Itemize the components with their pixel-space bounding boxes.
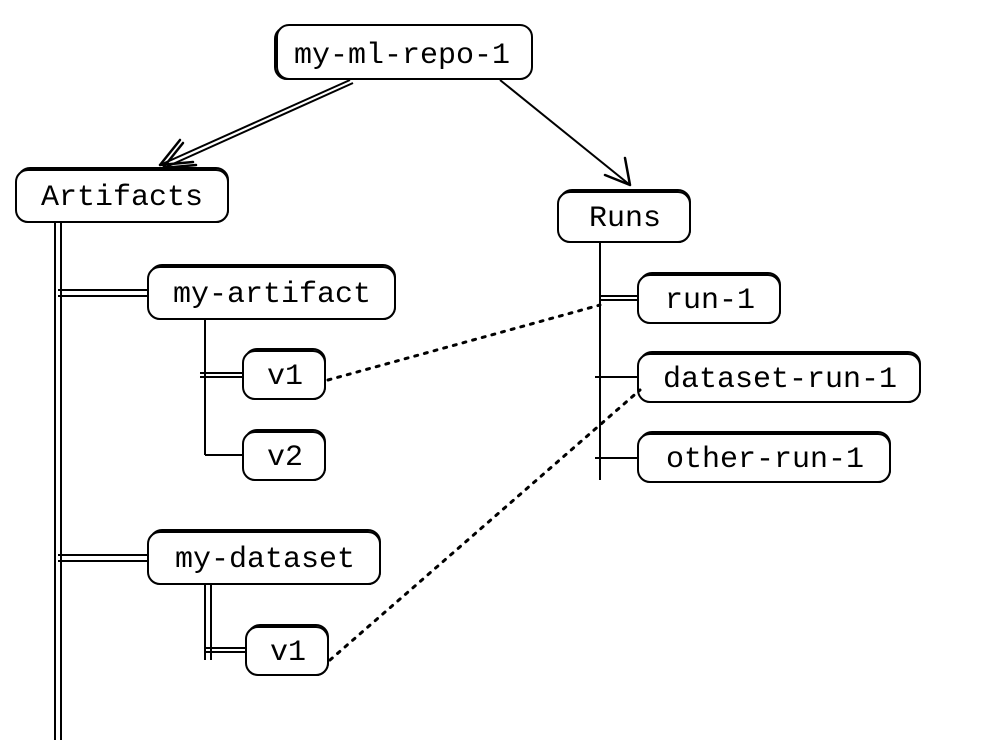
artifact-1-v0: v1 bbox=[270, 636, 306, 670]
artifact-0-v0: v1 bbox=[267, 360, 303, 394]
node-my-dataset-v1: v1 bbox=[246, 625, 328, 675]
node-root: my-ml-repo-1 bbox=[275, 25, 532, 79]
node-dataset-run-1: dataset-run-1 bbox=[638, 352, 920, 402]
artifact-1-name: my-dataset bbox=[175, 543, 355, 577]
edge-artifacts-trunk bbox=[55, 222, 150, 740]
node-other-run-1: other-run-1 bbox=[638, 432, 890, 482]
run-2-label: other-run-1 bbox=[666, 443, 864, 477]
node-my-dataset: my-dataset bbox=[148, 530, 380, 584]
node-artifacts: Artifacts bbox=[16, 168, 228, 222]
edge-my-dataset-trunk bbox=[205, 584, 248, 660]
root-label: my-ml-repo-1 bbox=[294, 39, 510, 73]
runs-label: Runs bbox=[589, 202, 661, 236]
edge-root-to-artifacts bbox=[160, 80, 353, 168]
run-0-label: run-1 bbox=[665, 284, 755, 318]
node-run-1: run-1 bbox=[638, 273, 780, 323]
artifact-0-name: my-artifact bbox=[173, 278, 371, 312]
artifacts-label: Artifacts bbox=[41, 181, 203, 215]
artifact-0-v1: v2 bbox=[267, 441, 303, 475]
node-runs: Runs bbox=[558, 190, 690, 242]
link-dataset-v1-to-dataset-run-1 bbox=[330, 390, 640, 660]
edge-runs-trunk bbox=[595, 242, 640, 480]
edge-my-artifact-trunk bbox=[200, 319, 245, 455]
node-my-artifact-v1: v1 bbox=[243, 349, 325, 399]
node-my-artifact-v2: v2 bbox=[243, 430, 325, 480]
edge-root-to-runs bbox=[500, 80, 630, 185]
node-my-artifact: my-artifact bbox=[148, 265, 395, 319]
run-1-label: dataset-run-1 bbox=[663, 363, 897, 397]
